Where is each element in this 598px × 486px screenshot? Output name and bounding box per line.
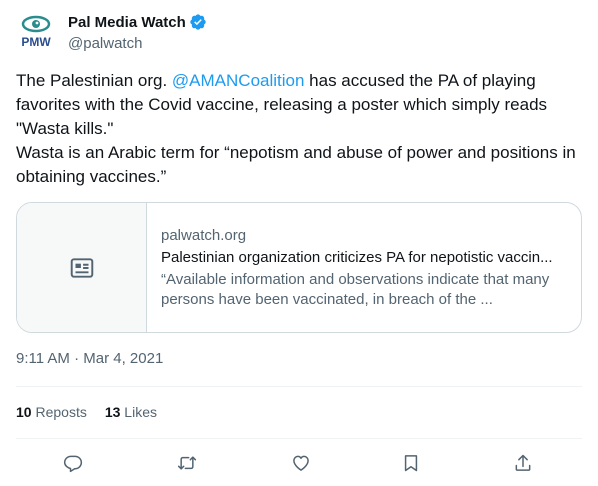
tweet-text: The Palestinian org. @AMANCoalition has … — [16, 69, 582, 189]
divider — [16, 386, 582, 387]
action-bar — [16, 448, 582, 478]
share-button[interactable] — [506, 448, 540, 478]
likes-stat[interactable]: 13 Likes — [105, 404, 157, 420]
svg-text:PMW: PMW — [21, 35, 51, 49]
bookmark-icon — [404, 455, 418, 472]
bookmark-button[interactable] — [394, 448, 428, 478]
pmw-logo-icon: PMW — [21, 15, 51, 49]
like-icon — [293, 455, 309, 471]
card-body: palwatch.org Palestinian organization cr… — [147, 203, 581, 332]
card-title: Palestinian organization criticizes PA f… — [161, 248, 553, 266]
divider — [16, 438, 582, 439]
tweet-text-part: The Palestinian org. — [16, 71, 172, 90]
author-handle[interactable]: @palwatch — [68, 35, 142, 52]
repost-button[interactable] — [170, 448, 204, 478]
reply-button[interactable] — [56, 448, 90, 478]
author-name[interactable]: Pal Media Watch — [68, 14, 186, 31]
tweet-stats: 10 Reposts 13 Likes — [16, 404, 157, 420]
article-icon — [70, 257, 93, 278]
avatar[interactable]: PMW — [16, 10, 56, 50]
reposts-stat[interactable]: 10 Reposts — [16, 404, 87, 420]
card-thumbnail — [17, 203, 147, 332]
reposts-label: Reposts — [35, 404, 87, 420]
tweet-header: PMW Pal Media Watch @palwatch — [16, 10, 582, 58]
share-icon — [515, 454, 531, 471]
verified-badge-icon[interactable] — [189, 13, 207, 31]
author-name-row: Pal Media Watch — [68, 13, 207, 31]
likes-count: 13 — [104, 404, 121, 420]
link-card[interactable]: palwatch.org Palestinian organization cr… — [16, 202, 582, 333]
reposts-count: 10 — [16, 404, 32, 420]
tweet-timestamp[interactable]: 9:11 AM · Mar 4, 2021 — [16, 350, 163, 367]
like-button[interactable] — [284, 448, 318, 478]
repost-icon — [177, 456, 197, 470]
mention-link[interactable]: @AMANCoalition — [172, 71, 305, 90]
card-description: “Available information and observations … — [161, 270, 550, 308]
likes-label: Likes — [124, 404, 157, 420]
reply-icon — [63, 455, 83, 473]
card-domain: palwatch.org — [161, 226, 247, 244]
